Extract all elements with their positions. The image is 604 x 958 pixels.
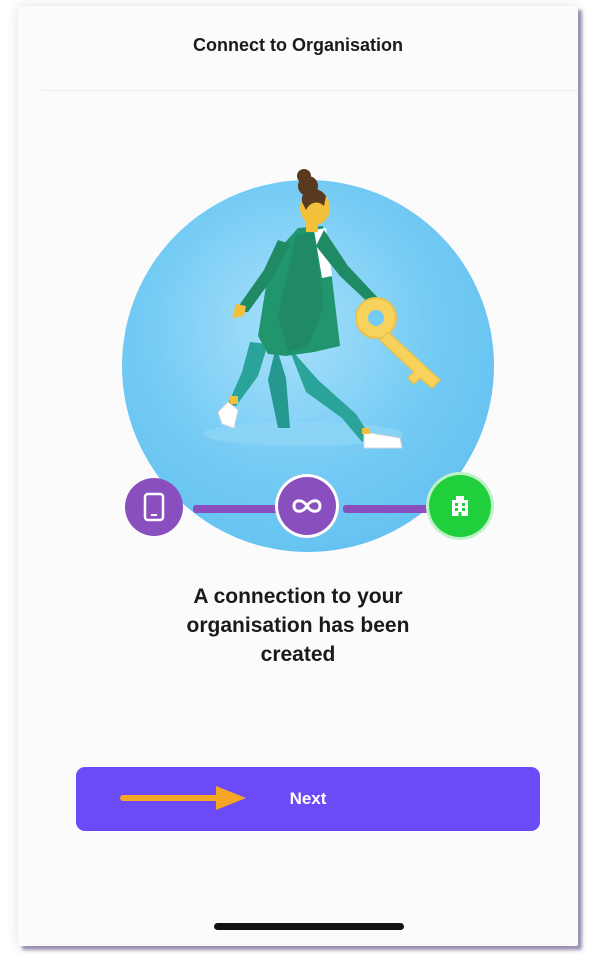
home-indicator[interactable] bbox=[214, 923, 404, 930]
infinity-icon bbox=[292, 499, 322, 513]
connection-created-message: A connection to your organisation has be… bbox=[186, 585, 410, 666]
progress-connector-1 bbox=[193, 505, 285, 513]
tablet-icon bbox=[143, 492, 165, 522]
building-icon bbox=[452, 496, 468, 516]
arrow-right-icon bbox=[120, 786, 246, 810]
header: Connect to Organisation bbox=[18, 6, 578, 90]
progress-connector-2 bbox=[343, 505, 441, 513]
progress-step-organisation bbox=[429, 475, 491, 537]
progress-step-device bbox=[125, 478, 183, 536]
phone-screen: Connect to Organisation A connection to … bbox=[18, 6, 578, 946]
header-divider bbox=[42, 90, 578, 91]
page-title: Connect to Organisation bbox=[192, 34, 403, 55]
progress-step-link bbox=[275, 474, 339, 538]
